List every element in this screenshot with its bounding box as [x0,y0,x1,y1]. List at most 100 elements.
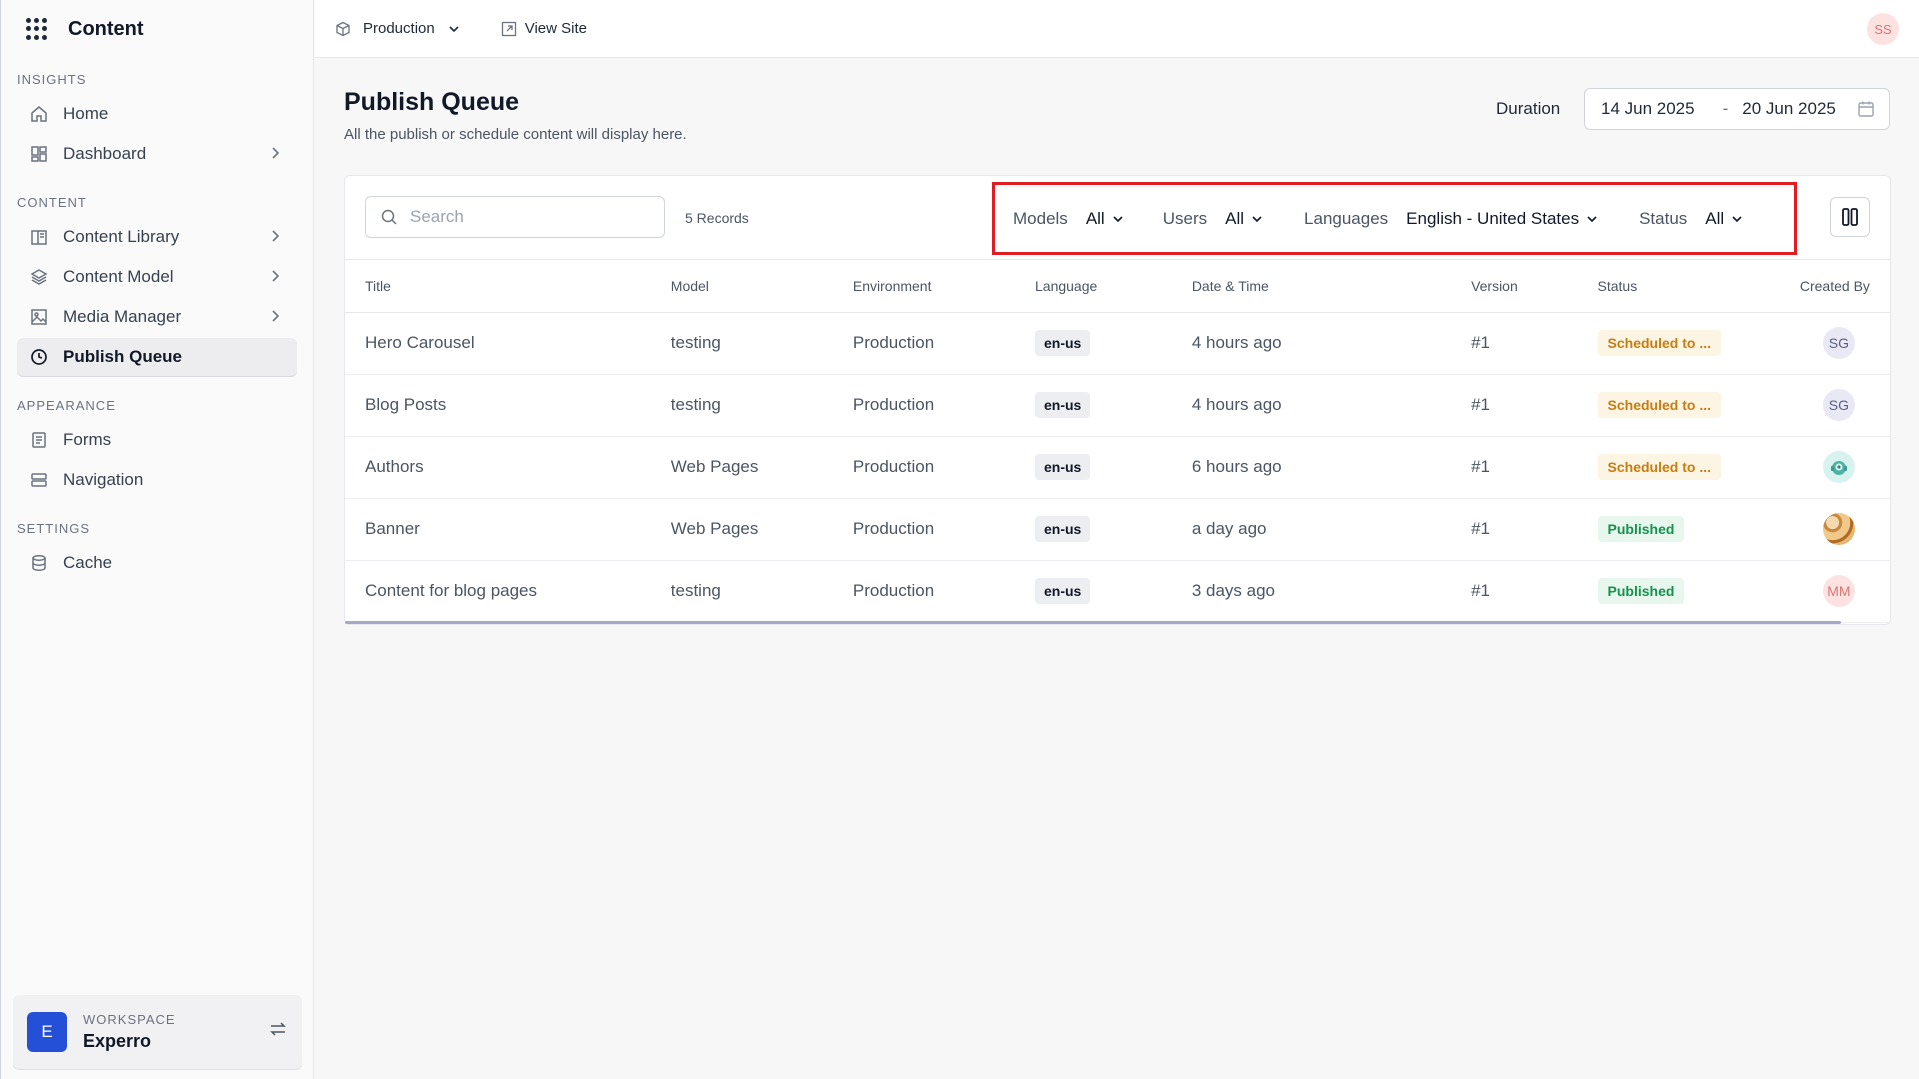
language-chip: en-us [1035,454,1091,480]
cell-status: Scheduled to ... [1597,374,1800,437]
cell-environment: Production [852,374,1035,437]
language-chip: en-us [1035,516,1091,542]
chevron-down-icon [1732,215,1742,222]
search-input[interactable] [410,207,650,227]
cell-title: Hero Carousel [345,312,671,375]
sidebar-item-content-model[interactable]: Content Model [17,258,297,296]
chevron-down-icon [1587,215,1597,222]
table-row[interactable]: Content for blog pages testing Productio… [345,560,1890,623]
column-header[interactable]: Created By [1799,260,1890,313]
topbar: Production View Site SS [315,0,1919,58]
search-box[interactable] [365,196,665,238]
table-row[interactable]: Banner Web Pages Production en-us a day … [345,498,1890,561]
cell-created-by: SG [1799,312,1890,375]
status-filter-label: Status [1639,208,1688,228]
cell-model: Web Pages [670,436,853,499]
chevron-down-icon [1113,215,1123,222]
sidebar-item-navigation[interactable]: Navigation [17,461,297,499]
date-separator: - [1722,99,1729,118]
cell-datetime: 4 hours ago [1191,312,1472,375]
home-icon [29,104,49,124]
brand: Content [1,0,313,58]
table-row[interactable]: Authors Web Pages Production en-us 6 hou… [345,436,1890,499]
models-filter[interactable]: Models All [1013,209,1125,229]
navigation-icon [29,470,49,490]
column-header[interactable]: Version [1471,260,1598,313]
table-header-row: Title Model Environment Language Date & … [345,260,1890,313]
status-filter[interactable]: Status All [1639,209,1744,229]
chevron-right-icon [269,267,283,290]
date-to: 20 Jun 2025 [1742,99,1836,118]
cell-datetime: 4 hours ago [1191,374,1472,437]
column-header[interactable]: Environment [852,260,1035,313]
cell-environment: Production [852,560,1035,623]
cell-created-by: SG [1799,374,1890,437]
languages-filter[interactable]: Languages English - United States [1304,209,1599,229]
page-title: Publish Queue [344,88,520,116]
languages-filter-label: Languages [1304,208,1389,228]
chevron-right-icon [269,144,283,167]
cell-created-by [1799,498,1890,561]
sidebar-item-label: Cache [63,553,113,572]
cell-version: #1 [1471,560,1598,623]
clock-icon [29,347,49,367]
apps-grid-icon[interactable] [26,18,48,40]
column-header[interactable]: Title [345,260,671,313]
workspace-avatar: E [27,1012,67,1052]
sidebar-item-label: Home [63,104,109,123]
cell-version: #1 [1471,436,1598,499]
sidebar-item-home[interactable]: Home [17,95,297,133]
cell-status: Scheduled to ... [1597,436,1800,499]
sidebar-item-media-manager[interactable]: Media Manager [17,298,297,336]
cell-environment: Production [852,312,1035,375]
cell-title: Content for blog pages [345,560,671,623]
column-header[interactable]: Date & Time [1191,260,1472,313]
sidebar-item-publish-queue[interactable]: Publish Queue [17,338,297,376]
column-settings-button[interactable] [1830,197,1870,237]
status-filter-value: All [1705,208,1725,228]
table-row[interactable]: Hero Carousel testing Production en-us 4… [345,312,1890,375]
workspace-switcher[interactable]: E WORKSPACE Experro [13,995,302,1069]
language-chip: en-us [1035,392,1091,418]
image-icon [29,307,49,327]
table-row[interactable]: Blog Posts testing Production en-us 4 ho… [345,374,1890,437]
table-toolbar: 5 Records Models All Users All Languages… [345,176,1890,260]
status-badge: Published [1597,578,1685,604]
duration-label: Duration [1496,99,1561,118]
sidebar: Content INSIGHTS Home Dashboard CONTENT … [0,0,314,1079]
columns-icon [1842,208,1858,226]
cell-datetime: 3 days ago [1191,560,1472,623]
column-header[interactable]: Language [1035,260,1192,313]
column-header[interactable]: Model [670,260,853,313]
user-avatar[interactable]: SS [1867,13,1899,45]
calendar-icon [1857,100,1875,123]
sidebar-item-dashboard[interactable]: Dashboard [17,135,297,173]
cube-icon [336,21,350,36]
cell-language: en-us [1035,312,1192,375]
search-icon [381,209,397,225]
cell-status: Published [1597,498,1800,561]
date-range-picker[interactable]: 14 Jun 2025 - 20 Jun 2025 [1584,88,1890,130]
sidebar-item-cache[interactable]: Cache [17,544,297,582]
publish-queue-card: 5 Records Models All Users All Languages… [344,175,1891,625]
avatar: SG [1822,389,1855,421]
status-badge: Published [1597,516,1685,542]
column-header[interactable]: Status [1597,260,1800,313]
switch-arrows-icon[interactable] [268,1019,288,1044]
sidebar-item-content-library[interactable]: Content Library [17,218,297,256]
users-filter[interactable]: Users All [1163,209,1264,229]
page-subtitle: All the publish or schedule content will… [344,126,687,143]
view-site-label: View Site [524,20,587,37]
chevron-right-icon [269,307,283,330]
sidebar-item-forms[interactable]: Forms [17,421,297,459]
sidebar-item-label: Content Library [63,227,180,246]
records-count: 5 Records [685,210,749,226]
environment-selector[interactable]: Production [335,20,473,37]
cell-title: Blog Posts [345,374,671,437]
book-icon [29,227,49,247]
horizontal-scrollbar[interactable] [345,621,1841,624]
section-label-appearance: APPEARANCE [17,398,116,413]
publish-queue-table: Title Model Environment Language Date & … [345,260,1890,623]
cell-language: en-us [1035,498,1192,561]
view-site-link[interactable]: View Site [501,20,587,37]
